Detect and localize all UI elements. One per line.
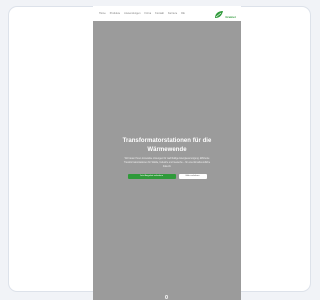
hero-description: Wir bieten Ihnen innovative Lösungen für… — [123, 158, 211, 168]
scroll-down-icon[interactable] — [165, 295, 168, 299]
learn-more-button[interactable]: Mehr erfahren — [178, 173, 207, 179]
mobile-page-preview: Home Produkte Anwendungen Firma Kontakt … — [93, 6, 241, 300]
nav-links: Home Produkte Anwendungen Firma Kontakt … — [99, 12, 185, 15]
top-navigation: Home Produkte Anwendungen Firma Kontakt … — [93, 6, 241, 21]
leaf-logo-icon — [215, 10, 224, 18]
nav-link-firma[interactable]: Firma — [145, 12, 152, 15]
hero-title: Transformatorstationen für die Wärmewend… — [122, 138, 212, 153]
language-switch[interactable]: DE — [181, 12, 185, 15]
nav-link-produkte[interactable]: Produkte — [110, 12, 120, 15]
brand-logo[interactable]: Greiner — [214, 9, 236, 19]
nav-link-home[interactable]: Home — [99, 12, 106, 15]
hero-buttons: Jetzt Angebot anfordern Mehr erfahren — [93, 173, 241, 179]
nav-link-kontakt[interactable]: Kontakt — [155, 12, 164, 15]
hero-section: Transformatorstationen für die Wärmewend… — [93, 137, 241, 179]
brand-logo-text: Greiner — [225, 14, 236, 19]
request-offer-button[interactable]: Jetzt Angebot anfordern — [127, 173, 176, 179]
nav-link-karriere[interactable]: Karriere — [168, 12, 177, 15]
nav-link-anwendungen[interactable]: Anwendungen — [124, 12, 140, 15]
